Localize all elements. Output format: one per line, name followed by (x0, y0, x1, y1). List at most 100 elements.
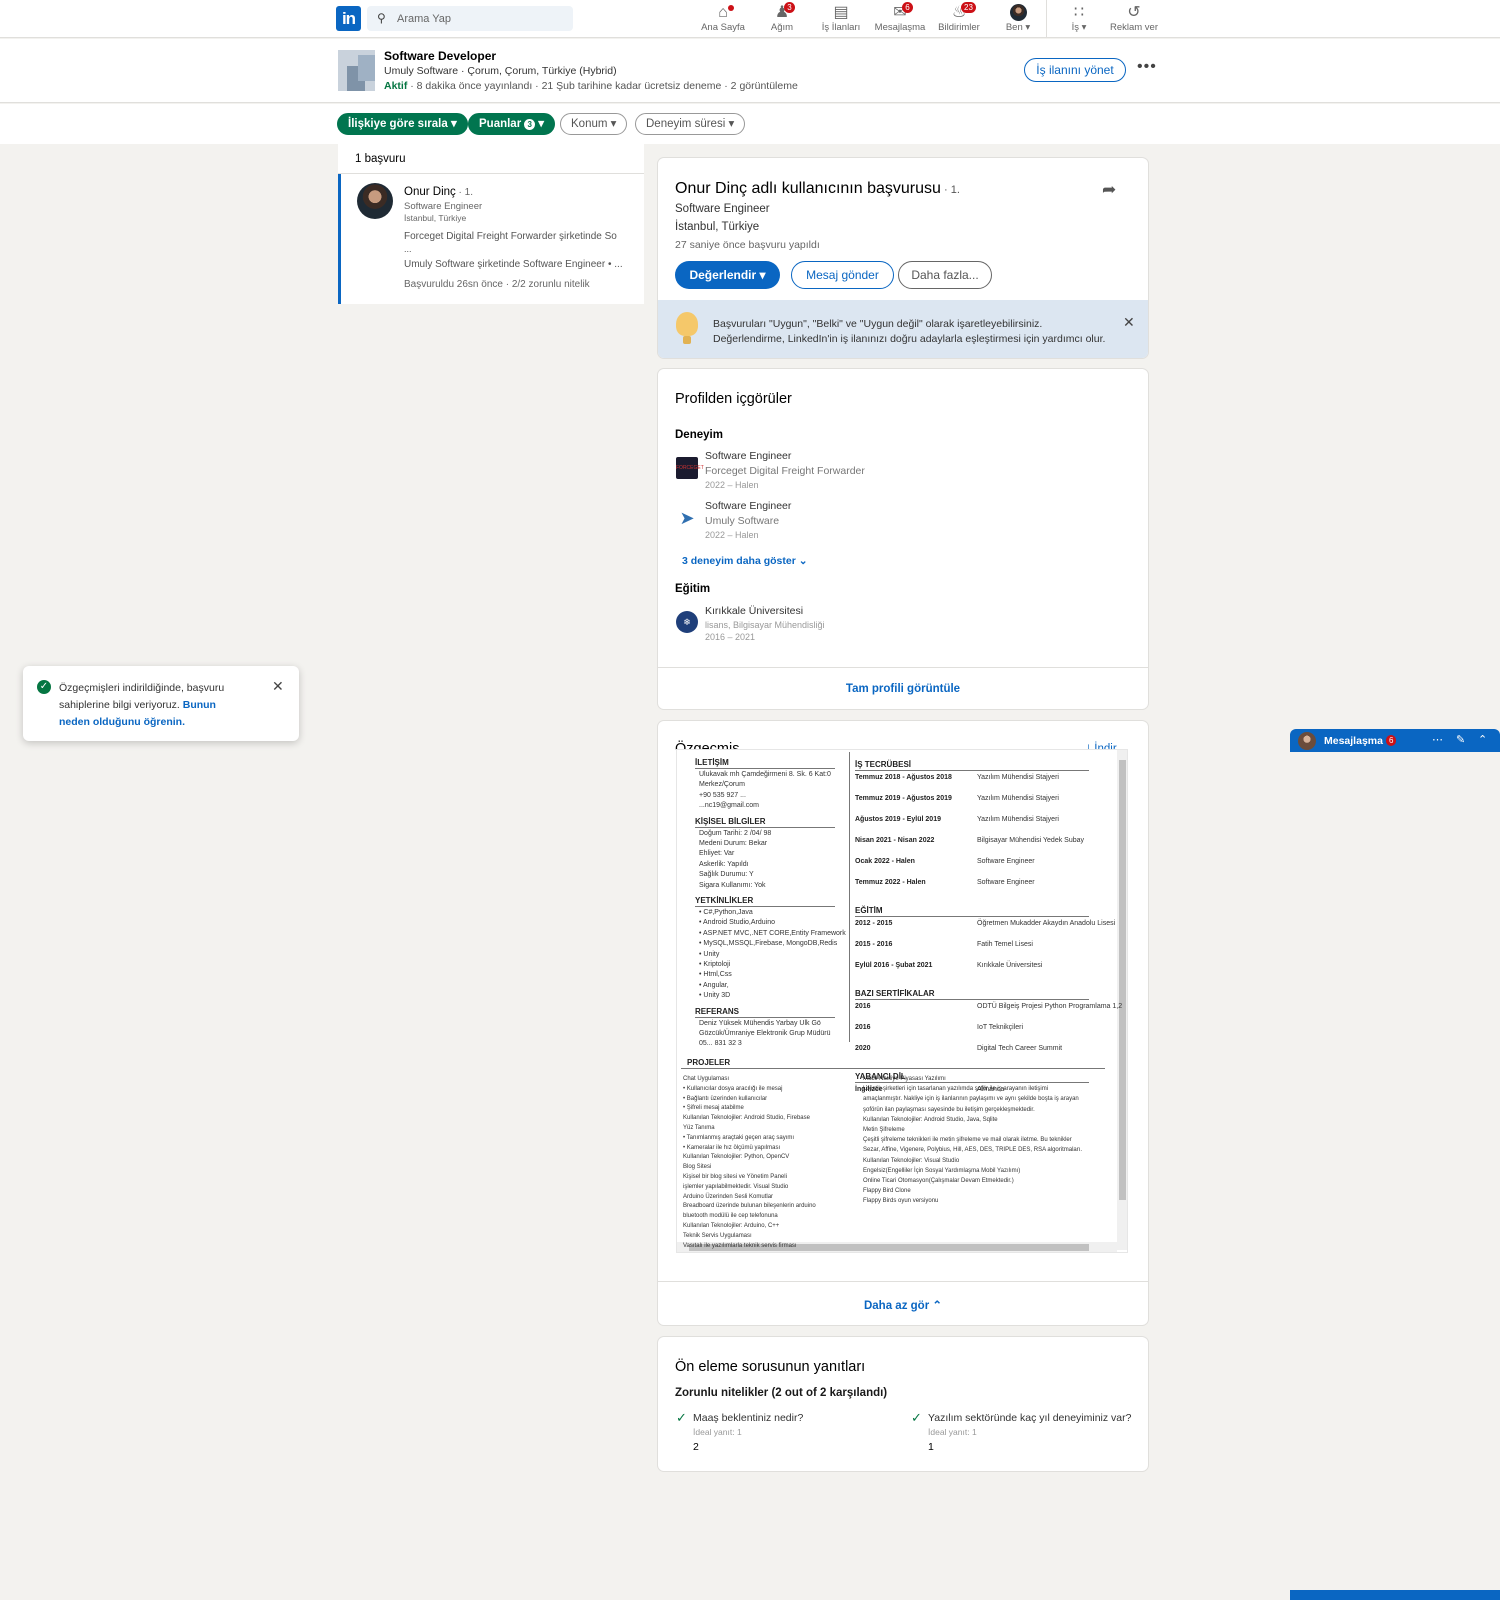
checkmark-icon: ✓ (676, 1410, 687, 1425)
resume-project-text: Kullanılan Teknolojiler: Android Studio,… (863, 1116, 998, 1123)
linkedin-logo[interactable]: in (336, 6, 361, 31)
resume-text: Ulukavak mh Çamdeğirmeni 8. Sk. 6 Kat:0 (699, 771, 831, 778)
nav-work[interactable]: ∷ İş ▾ (1049, 3, 1109, 33)
ratings-filter-button[interactable]: Puanlar 3 ▾ (468, 113, 555, 135)
resume-project-text: Kullanılan Teknolojiler: Visual Studio (863, 1157, 960, 1164)
screening-subtitle: Zorunlu nitelikler (2 out of 2 karşıland… (675, 1387, 888, 1399)
divider (695, 906, 835, 907)
nav-home[interactable]: ⌂ Ana Sayfa (693, 3, 753, 33)
nav-notifications[interactable]: ♨ 23 Bildirimler (929, 2, 989, 33)
messaging-bar[interactable]: Mesajlaşma 6 ⋯ ✎ ⌃ (1290, 729, 1500, 752)
checkmark-icon: ✓ (911, 1410, 922, 1425)
grid-icon: ∷ (1073, 4, 1085, 21)
filter-bar (0, 104, 1500, 144)
sort-filter-button[interactable]: İlişkiye göre sırala ▾ (337, 113, 468, 135)
chevron-up-icon: ⌃ (932, 1300, 943, 1312)
toast-message: Özgeçmişleri indirildiğinde, başvuru sah… (59, 682, 225, 728)
screening-question: Yazılım sektöründe kaç yıl deneyiminiz v… (928, 1412, 1132, 1424)
applicant-location: İstanbul, Türkiye (404, 213, 467, 223)
resume-project-text: Breadboard üzerinde bulunan bileşenlerin… (683, 1203, 816, 1210)
resume-text: Yazılım Mühendisi Stajyeri (977, 774, 1059, 781)
nav-notifications-label: Bildirimler (938, 22, 980, 33)
manage-job-button[interactable]: İş ilanını yönet (1024, 58, 1126, 82)
resume-section-heading: REFERANS (695, 1006, 740, 1016)
nav-messaging[interactable]: ✉ 6 Mesajlaşma (870, 2, 930, 33)
resume-projects-heading: PROJELER (687, 1058, 731, 1067)
job-image (338, 50, 375, 91)
vertical-scrollbar[interactable] (1117, 750, 1127, 1250)
experience-filter-button[interactable]: Deneyim süresi ▾ (635, 113, 746, 135)
sort-filter-label: İlişkiye göre sırala (348, 118, 448, 130)
more-options-icon[interactable]: ⋯ (1432, 733, 1443, 746)
university-logo: ❄ (676, 611, 698, 633)
resume-project-text: Arduino Üzerinden Sesli Komutlar (683, 1193, 774, 1200)
resume-text: • Html,Css (699, 971, 732, 979)
applicant-headline: Software Engineer (404, 201, 483, 212)
compass-icon: ↺ (1127, 4, 1141, 21)
rating-tip-text: Başvuruları "Uygun", "Belki" ve "Uygun d… (713, 318, 1106, 345)
screening-answer: 2 (693, 1441, 699, 1453)
applicant-list-item[interactable]: Onur Dinç · 1. Software Engineer İstanbu… (338, 174, 644, 304)
scrollbar-thumb[interactable] (1119, 760, 1126, 1200)
resume-text: Öğretmen Mukadder Akaydın Anadolu Lisesi (977, 920, 1116, 927)
resume-viewer[interactable]: PROJELER İLETİŞİM Ulukavak mh Çamdeğirmen… (676, 749, 1128, 1253)
forceget-logo: FORCEGET (676, 457, 704, 479)
applicant-list: 1 başvuru Onur Dinç · 1. Software Engine… (338, 144, 644, 304)
send-message-button[interactable]: Mesaj gönder (791, 261, 894, 289)
compose-icon[interactable]: ✎ (1456, 733, 1465, 746)
close-icon[interactable]: ✕ (272, 678, 284, 695)
more-options-icon[interactable]: ••• (1137, 58, 1157, 76)
chevron-up-icon[interactable]: ⌃ (1478, 733, 1487, 746)
job-status: Aktif (384, 80, 408, 92)
resume-project-text: • Kullanıcılar dosya aracılığı ile mesaj (683, 1085, 783, 1092)
nav-network[interactable]: ♟ 3 Ağım (752, 2, 812, 33)
resume-project-text: Mobil Nakliye Piyasası Yazılımı (863, 1076, 946, 1082)
resume-text: • Unity 3D (699, 992, 731, 1000)
resume-project-text: Kullanılan Teknolojiler: Python, OpenCV (683, 1154, 790, 1161)
more-actions-button[interactable]: Daha fazla... (898, 261, 992, 289)
location-filter-button[interactable]: Konum ▾ (560, 113, 628, 135)
messaging-label: Mesajlaşma (1324, 735, 1383, 747)
nav-advertise-label: Reklam ver (1109, 22, 1159, 33)
view-full-profile-link[interactable]: Tam profili görüntüle (658, 683, 1148, 695)
resume-text: Merkez/Çorum (699, 781, 745, 789)
resume-section-heading: YETKİNLİKLER (695, 896, 754, 905)
show-more-experience-link[interactable]: 3 deneyim daha göster ⌄ (682, 555, 808, 567)
resume-text: Yazılım Mühendisi Stajyeri (977, 816, 1059, 823)
screening-ideal-answer: İdeal yanıt: 1 (928, 1427, 977, 1437)
resume-date: Temmuz 2022 - Halen (855, 879, 926, 886)
resume-text: ...nc19@gmail.com (699, 802, 760, 810)
share-icon[interactable]: ➦ (1102, 180, 1116, 200)
divider (658, 1281, 1148, 1282)
screening-title: Ön eleme sorusunun yanıtları (675, 1359, 866, 1375)
show-less-link[interactable]: Daha az gör ⌃ (658, 1298, 1148, 1312)
resume-text: • Kriptoloji (699, 961, 731, 968)
nav-jobs[interactable]: ▤ İş İlanları (811, 3, 871, 33)
resume-text: • Unity (699, 950, 720, 958)
resume-text: 05... 831 32 3 (699, 1040, 742, 1048)
job-title[interactable]: Software Developer (384, 49, 496, 63)
ratings-filter-label: Puanlar (479, 118, 522, 130)
nav-me[interactable]: Ben ▾ (988, 3, 1048, 33)
resume-project-text: amaçlanmıştır. Nakliye için iş ilanların… (863, 1096, 1079, 1103)
job-meta-text: · 8 dakika önce yayınlandı · 21 Şub tari… (407, 80, 798, 92)
search-input[interactable]: Arama Yap (397, 13, 451, 25)
applicant-experience-1: Forceget Digital Freight Forwarder şirke… (404, 231, 617, 242)
divider (658, 667, 1148, 668)
divider (855, 916, 1089, 917)
resume-date: Ağustos 2019 - Eylül 2019 (855, 816, 941, 823)
chevron-down-icon: ▾ (610, 118, 617, 130)
rate-button[interactable]: Değerlendir ▾ (675, 261, 780, 289)
screening-question: Maaş beklentiniz nedir? (693, 1412, 804, 1424)
resume-text: Gözcük/Ümraniye Elektronik Grup Müdürü (699, 1030, 831, 1037)
resume-text: Ehliyet: Var (699, 850, 735, 858)
resume-card: Özgeçmiş ⤓ İndir PROJELER İLETİŞİMUlukav… (658, 721, 1148, 1325)
resume-date: 2016 (855, 1024, 871, 1031)
resume-project-text: • Şifreli mesaj atabilme (683, 1105, 744, 1112)
top-navigation: in ⚲ Arama Yap ⌂ Ana Sayfa ♟ 3 Ağım ▤ İş … (0, 0, 1500, 38)
messaging-icon: ✉ 6 (870, 2, 930, 22)
applicant-applied-status: Başvuruldu 26sn önce · 2/2 zorunlu nitel… (404, 279, 590, 290)
close-icon[interactable]: ✕ (1123, 314, 1135, 331)
search-box[interactable]: ⚲ Arama Yap (367, 6, 573, 31)
nav-advertise[interactable]: ↺ Reklam ver (1104, 3, 1164, 33)
